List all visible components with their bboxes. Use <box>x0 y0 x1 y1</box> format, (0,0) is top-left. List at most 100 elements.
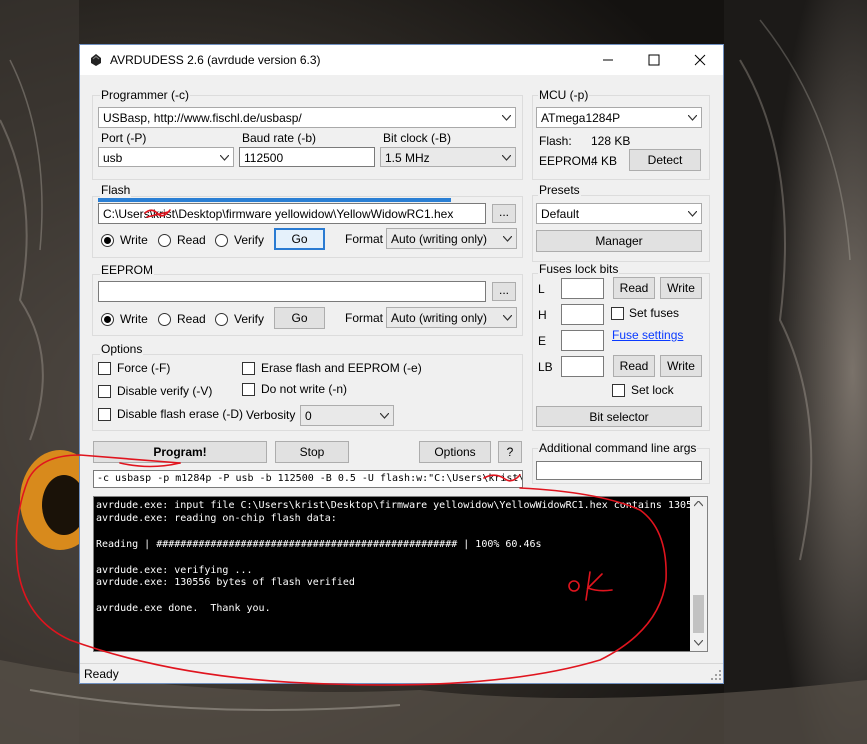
maximize-icon <box>648 54 660 66</box>
flash-progress-bar <box>98 198 451 202</box>
close-icon <box>694 54 706 66</box>
fuse-settings-link[interactable]: Fuse settings <box>612 328 683 342</box>
erase-checkbox[interactable] <box>242 362 255 375</box>
eeprom-group-label: EEPROM <box>100 263 155 277</box>
options-button[interactable]: Options <box>419 441 491 463</box>
eeprom-format-dropdown[interactable]: Auto (writing only) <box>386 307 517 328</box>
disable-verify-label: Disable verify (-V) <box>117 384 213 398</box>
chevron-down-icon <box>688 115 697 121</box>
set-lock-label: Set lock <box>631 383 674 397</box>
set-fuses-checkbox[interactable] <box>611 307 624 320</box>
verbosity-label: Verbosity <box>246 408 296 422</box>
flash-format-dropdown[interactable]: Auto (writing only) <box>386 228 517 249</box>
window-title: AVRDUDESS 2.6 (avrdude version 6.3) <box>110 53 321 67</box>
eeprom-file-input[interactable] <box>98 281 486 302</box>
eeprom-verify-radio[interactable] <box>215 313 228 326</box>
fuse-e-label: E <box>538 334 547 348</box>
flash-format-value: Auto (writing only) <box>391 232 488 246</box>
do-not-write-label: Do not write (-n) <box>261 382 348 396</box>
program-button[interactable]: Program! <box>93 441 267 463</box>
main-window: AVRDUDESS 2.6 (avrdude version 6.3) Prog… <box>79 44 724 684</box>
status-text: Ready <box>84 667 119 681</box>
flash-go-button[interactable]: Go <box>274 228 325 250</box>
fuse-e-input[interactable] <box>561 330 604 351</box>
console-text: avrdude.exe: input file C:\Users\krist\D… <box>96 500 691 615</box>
console-scroll-thumb[interactable] <box>693 595 704 633</box>
minimize-button[interactable] <box>585 45 631 75</box>
fuses-group-label: Fuses lock bits <box>538 262 620 276</box>
set-lock-checkbox[interactable] <box>612 384 625 397</box>
port-dropdown[interactable]: usb <box>98 147 234 167</box>
lock-read-button[interactable]: Read <box>613 355 655 377</box>
help-button[interactable]: ? <box>498 441 522 463</box>
port-label: Port (-P) <box>101 131 147 145</box>
chevron-down-icon[interactable] <box>694 640 703 646</box>
presets-dropdown[interactable]: Default <box>536 203 702 224</box>
lock-write-button[interactable]: Write <box>660 355 702 377</box>
bit-selector-button[interactable]: Bit selector <box>536 406 702 427</box>
verbosity-value: 0 <box>305 409 312 423</box>
chevron-down-icon <box>502 155 511 161</box>
bitclock-dropdown[interactable]: 1.5 MHz <box>380 147 516 167</box>
fuse-l-input[interactable] <box>561 278 604 299</box>
eeprom-verify-label: Verify <box>234 312 265 326</box>
manager-button[interactable]: Manager <box>536 230 702 252</box>
chevron-up-icon[interactable] <box>694 501 703 507</box>
maximize-button[interactable] <box>631 45 677 75</box>
do-not-write-checkbox[interactable] <box>242 383 255 396</box>
close-button[interactable] <box>677 45 723 75</box>
baud-input[interactable]: 112500 <box>239 147 375 167</box>
disable-verify-checkbox[interactable] <box>98 385 111 398</box>
fuse-write-button[interactable]: Write <box>660 277 702 299</box>
mcu-dropdown[interactable]: ATmega1284P <box>536 107 702 128</box>
eeprom-read-radio[interactable] <box>158 313 171 326</box>
console-output[interactable]: avrdude.exe: input file C:\Users\krist\D… <box>93 496 708 652</box>
disable-erase-checkbox[interactable] <box>98 408 111 421</box>
app-chip-icon <box>91 54 101 66</box>
flash-verify-radio[interactable] <box>215 234 228 247</box>
stop-button[interactable]: Stop <box>275 441 349 463</box>
minimize-icon <box>603 59 613 61</box>
flash-write-label: Write <box>120 233 148 247</box>
command-line-preview: -c usbasp -p m1284p -P usb -b 112500 -B … <box>93 470 523 488</box>
programmer-dropdown[interactable]: USBasp, http://www.fischl.de/usbasp/ <box>98 107 516 128</box>
eeprom-go-button[interactable]: Go <box>274 307 325 329</box>
bitclock-label: Bit clock (-B) <box>383 131 452 145</box>
mcu-eeprom-label: EEPROM: <box>539 154 595 168</box>
presets-value: Default <box>541 207 580 221</box>
console-scrollbar[interactable] <box>690 497 707 651</box>
resize-grip-icon[interactable] <box>711 670 721 680</box>
chevron-down-icon <box>220 155 229 161</box>
flash-read-label: Read <box>177 233 206 247</box>
erase-label: Erase flash and EEPROM (-e) <box>261 361 422 375</box>
eeprom-write-radio[interactable] <box>101 313 114 326</box>
chevron-down-icon <box>380 413 389 419</box>
flash-group-label: Flash <box>100 183 132 197</box>
options-group-label: Options <box>100 342 144 356</box>
baud-label: Baud rate (-b) <box>242 131 317 145</box>
flash-browse-button[interactable]: ... <box>492 204 516 223</box>
flash-write-radio[interactable] <box>101 234 114 247</box>
lock-lb-input[interactable] <box>561 356 604 377</box>
eeprom-read-label: Read <box>177 312 206 326</box>
chevron-down-icon <box>502 115 511 121</box>
force-label: Force (-F) <box>117 361 171 375</box>
eeprom-format-value: Auto (writing only) <box>391 311 488 325</box>
flash-format-label: Format <box>345 232 384 246</box>
additional-args-input[interactable] <box>536 461 702 480</box>
additional-args-label: Additional command line args <box>538 441 698 455</box>
detect-button[interactable]: Detect <box>629 149 701 171</box>
force-checkbox[interactable] <box>98 362 111 375</box>
fuse-read-button[interactable]: Read <box>613 277 655 299</box>
disable-erase-label: Disable flash erase (-D) <box>117 407 244 421</box>
fuse-l-label: L <box>538 282 545 296</box>
fuse-h-input[interactable] <box>561 304 604 325</box>
presets-group-label: Presets <box>538 183 581 197</box>
eeprom-browse-button[interactable]: ... <box>492 282 516 301</box>
port-value: usb <box>103 151 123 165</box>
verbosity-dropdown[interactable]: 0 <box>300 405 394 426</box>
flash-read-radio[interactable] <box>158 234 171 247</box>
title-bar[interactable]: AVRDUDESS 2.6 (avrdude version 6.3) <box>80 45 723 75</box>
flash-file-input[interactable]: C:\Users\krist\Desktop\firmware yellowid… <box>98 203 486 224</box>
chevron-down-icon <box>688 211 697 217</box>
